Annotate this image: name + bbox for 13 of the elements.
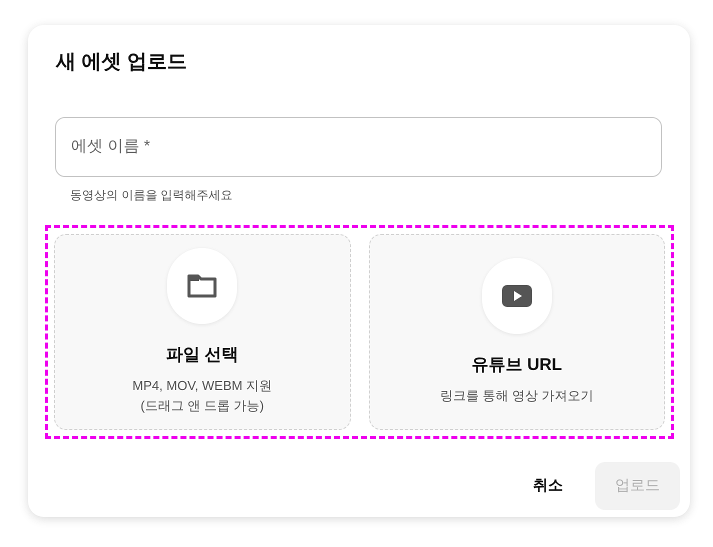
- card-title: 파일 선택: [166, 344, 239, 366]
- file-select-card[interactable]: 파일 선택 MP4, MOV, WEBM 지원 (드래그 앤 드롭 가능): [54, 234, 350, 430]
- play-icon: [502, 285, 532, 308]
- asset-name-field[interactable]: 에셋 이름 *: [55, 117, 662, 177]
- youtube-url-card[interactable]: 유튜브 URL 링크를 통해 영상 가져오기: [368, 234, 665, 430]
- cancel-button[interactable]: 취소: [515, 462, 581, 510]
- helper-text: 동영상의 이름을 입력해주세요: [70, 188, 233, 202]
- folder-icon: [187, 274, 218, 298]
- card-title: 유튜브 URL: [471, 354, 562, 376]
- card-description: MP4, MOV, WEBM 지원: [132, 376, 272, 395]
- dialog-title: 새 에셋 업로드: [56, 50, 188, 75]
- card-description: 링크를 통해 영상 가져오기: [440, 386, 594, 405]
- card-description: (드래그 앤 드롭 가능): [140, 396, 264, 415]
